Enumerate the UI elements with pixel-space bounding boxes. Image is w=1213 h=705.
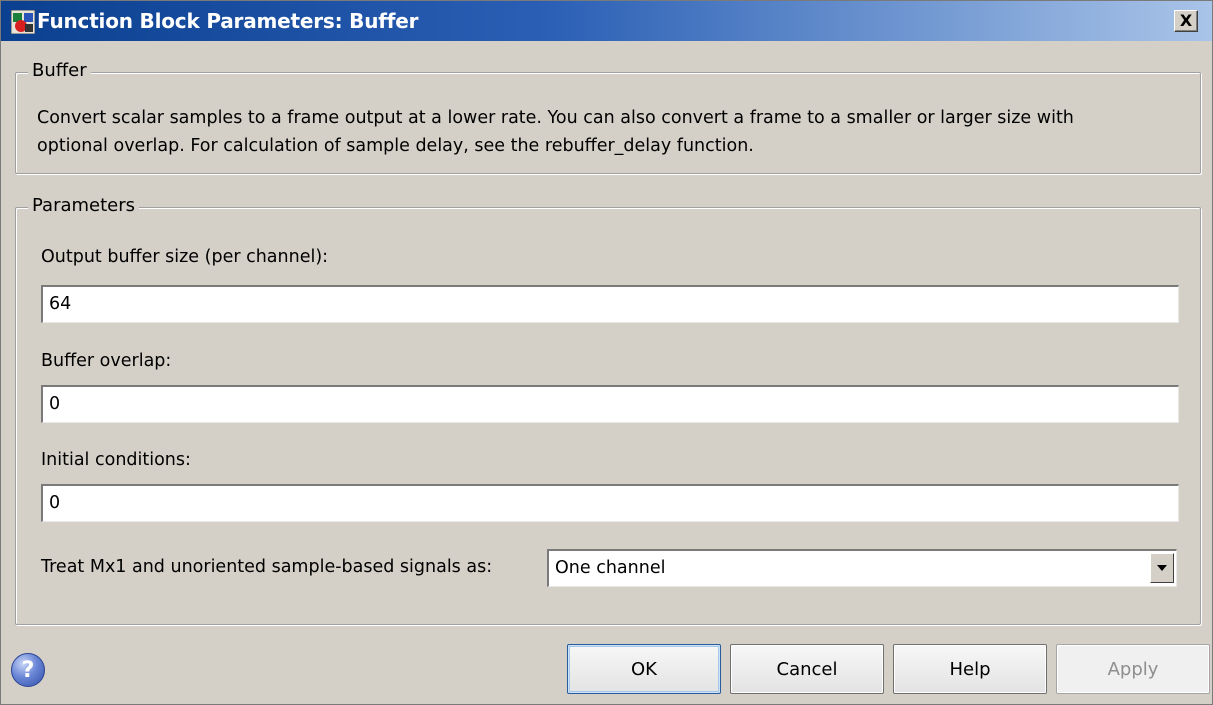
dropdown-arrow-button[interactable] (1150, 553, 1174, 583)
buffer-overlap-label: Buffer overlap: (41, 351, 172, 371)
cancel-button[interactable]: Cancel (730, 644, 884, 694)
help-question-icon[interactable]: ? (11, 653, 45, 687)
close-icon: X (1179, 11, 1193, 30)
description-line-1: Convert scalar samples to a frame output… (37, 108, 1074, 128)
dialog-window: Function Block Parameters: Buffer X Buff… (0, 0, 1213, 705)
output-buffer-size-input[interactable]: 64 (41, 285, 1179, 323)
block-description: Convert scalar samples to a frame output… (37, 104, 1187, 160)
close-button[interactable]: X (1174, 10, 1198, 32)
buffer-group-legend: Buffer (28, 60, 91, 81)
buffer-overlap-input[interactable]: 0 (41, 385, 1179, 423)
chevron-down-icon (1157, 565, 1167, 571)
parameters-groupbox: Parameters Output buffer size (per chann… (15, 195, 1201, 625)
simulink-block-icon (10, 9, 36, 35)
ok-button[interactable]: OK (567, 644, 721, 694)
description-line-2: optional overlap. For calculation of sam… (37, 136, 754, 156)
initial-conditions-label: Initial conditions: (41, 450, 191, 470)
treat-signals-selected-value: One channel (555, 558, 666, 578)
title-bar[interactable]: Function Block Parameters: Buffer X (1, 1, 1212, 41)
buffer-groupbox: Buffer Convert scalar samples to a frame… (15, 60, 1201, 174)
initial-conditions-input[interactable]: 0 (41, 484, 1179, 522)
output-buffer-size-label: Output buffer size (per channel): (41, 247, 329, 267)
help-button[interactable]: Help (893, 644, 1047, 694)
treat-signals-label: Treat Mx1 and unoriented sample-based si… (41, 557, 493, 577)
apply-button[interactable]: Apply (1056, 644, 1210, 694)
window-title: Function Block Parameters: Buffer (37, 9, 419, 33)
treat-signals-select[interactable]: One channel (547, 549, 1177, 587)
question-mark-glyph: ? (21, 657, 35, 683)
parameters-group-legend: Parameters (28, 195, 140, 216)
